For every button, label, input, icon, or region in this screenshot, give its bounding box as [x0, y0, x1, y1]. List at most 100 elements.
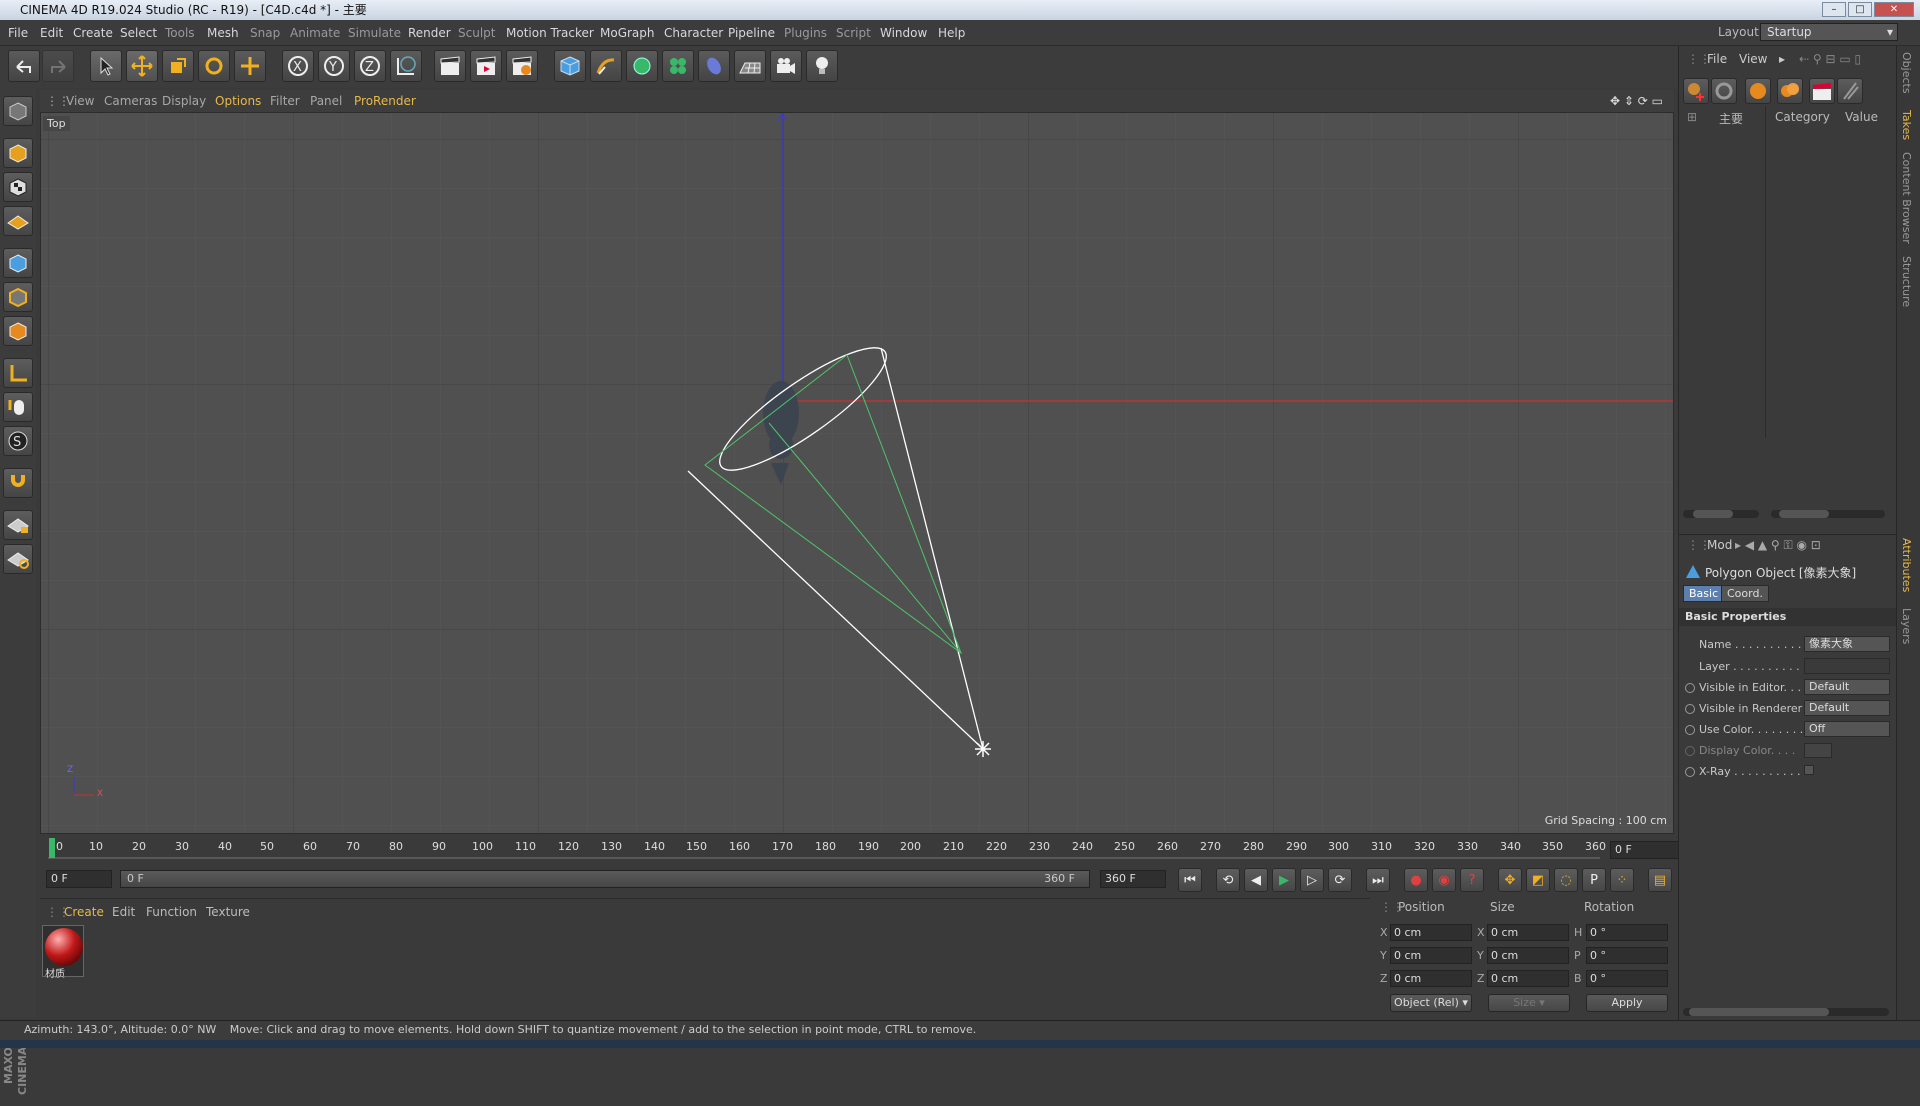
menu-mograph[interactable]: MoGraph [600, 26, 655, 40]
tweak-mode-button[interactable] [3, 392, 33, 422]
render-view-button[interactable] [434, 50, 466, 82]
workplane-snap-button[interactable] [3, 544, 33, 574]
current-frame-field[interactable]: 0 F [1610, 841, 1688, 859]
material-menu-edit[interactable]: Edit [112, 905, 135, 919]
object-tool-button-2[interactable] [1711, 78, 1737, 104]
radio-visible-editor[interactable] [1685, 683, 1695, 693]
cube-button[interactable] [554, 50, 586, 82]
z-axis-lock-button[interactable]: Z [354, 50, 386, 82]
pen-spline-button[interactable] [590, 50, 622, 82]
camera-button[interactable] [770, 50, 802, 82]
key-pla-button[interactable]: ⁘ [1610, 868, 1634, 892]
viewport-menu-view[interactable]: View [66, 94, 94, 108]
tree-toggle-icon[interactable]: ⊞ [1687, 110, 1697, 124]
pos-z-field[interactable]: 0 cm [1390, 970, 1472, 987]
menu-create[interactable]: Create [73, 26, 113, 40]
rotate-tool-button[interactable] [198, 50, 230, 82]
start-frame-field[interactable]: 0 F [46, 870, 112, 888]
material-swatch[interactable]: 材质 [42, 925, 84, 980]
radio-xray[interactable] [1685, 767, 1695, 777]
rot-p-field[interactable]: 0 ° [1586, 947, 1668, 964]
pos-y-field[interactable]: 0 cm [1390, 947, 1472, 964]
radio-display-color[interactable] [1685, 746, 1695, 756]
material-menu-function[interactable]: Function [146, 905, 197, 919]
viewport-top[interactable]: Top Z X Grid Spacing : 100 cm [40, 112, 1674, 834]
render-settings-button[interactable] [506, 50, 538, 82]
coordinate-mode-select[interactable]: Object (Rel) ▾ [1390, 994, 1472, 1012]
object-tool-button-3[interactable] [1745, 78, 1771, 104]
workplane-lock-button[interactable] [3, 510, 33, 540]
size-x-field[interactable]: 0 cm [1487, 924, 1569, 941]
side-tab-objects[interactable]: Objects [1900, 52, 1913, 94]
polygons-mode-button[interactable] [3, 316, 33, 346]
menu-help[interactable]: Help [938, 26, 965, 40]
tab-coord[interactable]: Coord. [1721, 585, 1769, 602]
rot-b-field[interactable]: 0 ° [1586, 970, 1668, 987]
menu-script[interactable]: Script [836, 26, 871, 40]
object-tool-button-1[interactable] [1683, 78, 1709, 104]
radio-use-color[interactable] [1685, 725, 1695, 735]
menu-file[interactable]: File [8, 26, 28, 40]
menu-character[interactable]: Character [664, 26, 723, 40]
timeline-window-button[interactable]: ▤ [1648, 868, 1672, 892]
arrow-right-icon[interactable]: ▸ [1779, 52, 1785, 66]
render-picture-viewer-button[interactable] [470, 50, 502, 82]
texture-mode-button[interactable] [3, 172, 33, 202]
menu-snap[interactable]: Snap [250, 26, 280, 40]
side-tab-takes[interactable]: Takes [1900, 110, 1913, 140]
side-tab-content-browser[interactable]: Content Browser [1900, 152, 1913, 244]
menu-mesh[interactable]: Mesh [207, 26, 239, 40]
object-tool-button-4[interactable] [1777, 78, 1803, 104]
coordinate-system-button[interactable] [390, 50, 422, 82]
rot-h-field[interactable]: 0 ° [1586, 924, 1668, 941]
viewport-menu-cameras[interactable]: Cameras [104, 94, 157, 108]
workplane-mode-button[interactable] [3, 206, 33, 236]
autokey-button[interactable]: ◉ [1432, 868, 1456, 892]
tab-basic[interactable]: Basic [1683, 585, 1725, 602]
attributes-scrollbar[interactable] [1683, 1008, 1889, 1016]
previous-key-button[interactable]: ⟲ [1216, 868, 1240, 892]
viewport-menu-options[interactable]: Options [215, 94, 261, 108]
menu-animate[interactable]: Animate [290, 26, 340, 40]
axis-mode-button[interactable] [3, 358, 33, 388]
side-tab-structure[interactable]: Structure [1900, 256, 1913, 307]
menu-render[interactable]: Render [408, 26, 451, 40]
objects-menu-file[interactable]: File [1707, 52, 1727, 66]
maximize-button[interactable]: □ [1848, 2, 1872, 17]
model-mode-button[interactable] [3, 138, 33, 168]
object-tool-button-5[interactable] [1809, 78, 1835, 104]
live-selection-button[interactable] [90, 50, 122, 82]
pos-x-field[interactable]: 0 cm [1390, 924, 1472, 941]
next-key-button[interactable]: ⟳ [1328, 868, 1352, 892]
viewport-menu-filter[interactable]: Filter [270, 94, 300, 108]
viewport-menu-display[interactable]: Display [162, 94, 206, 108]
recent-tool-button[interactable] [234, 50, 266, 82]
minimize-button[interactable]: – [1822, 2, 1846, 17]
next-frame-button[interactable]: ▷ [1300, 868, 1324, 892]
keyframe-selection-button[interactable]: ? [1460, 868, 1484, 892]
attr-use-color-select[interactable]: Off [1804, 721, 1890, 737]
attributes-nav-icons[interactable]: ▸ ◀ ▲ ⚲ ⚿ ◉ ⊡ [1735, 538, 1821, 553]
solo-mode-button[interactable]: S [3, 426, 33, 456]
menu-window[interactable]: Window [880, 26, 927, 40]
menu-select[interactable]: Select [120, 26, 157, 40]
viewport-menu-panel[interactable]: Panel [310, 94, 342, 108]
value-column-header[interactable]: Value [1845, 110, 1878, 124]
category-column-header[interactable]: Category [1775, 110, 1830, 124]
objects-menu-view[interactable]: View [1739, 52, 1767, 66]
close-button[interactable]: ✕ [1874, 2, 1914, 17]
material-menu-texture[interactable]: Texture [206, 905, 250, 919]
menu-sculpt[interactable]: Sculpt [458, 26, 495, 40]
viewport-menu-prorender[interactable]: ProRender [354, 94, 416, 108]
attr-visible-renderer-select[interactable]: Default [1804, 700, 1890, 716]
points-mode-button[interactable] [3, 248, 33, 278]
size-z-field[interactable]: 0 cm [1487, 970, 1569, 987]
side-tab-attributes[interactable]: Attributes [1900, 538, 1913, 592]
play-button[interactable]: ▶ [1272, 868, 1296, 892]
light-button[interactable] [806, 50, 838, 82]
attr-display-color-swatch[interactable] [1804, 743, 1832, 758]
key-parameter-button[interactable]: P [1582, 868, 1606, 892]
viewport-nav-icons[interactable]: ✥ ⇕ ⟳ ▭ [1610, 94, 1663, 108]
timeline-ruler[interactable]: 0 10 20 30 40 50 60 70 80 90 100 110 120… [40, 836, 1674, 860]
object-name[interactable]: 主要 [1719, 110, 1743, 127]
